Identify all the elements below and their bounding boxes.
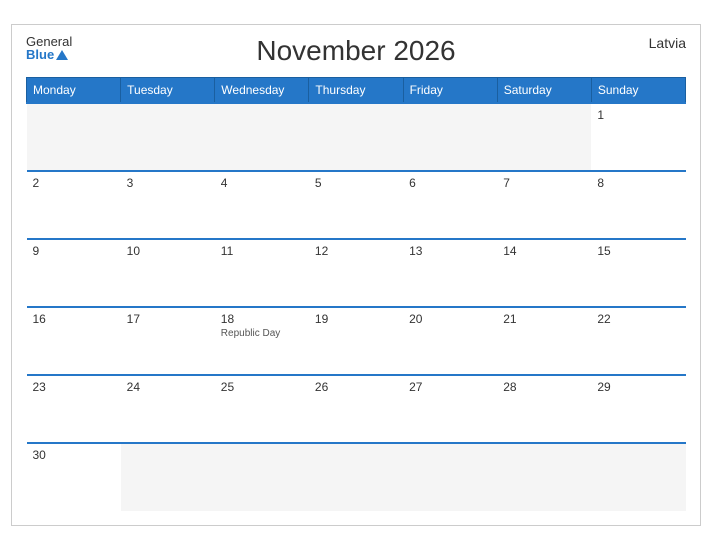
day-number: 19 [315, 312, 397, 326]
calendar-week-row: 16 17 18 Republic Day 19 20 21 22 [27, 307, 686, 375]
calendar-day-cell: 1 [591, 103, 685, 171]
calendar-day-cell: 22 [591, 307, 685, 375]
calendar-day-cell: 5 [309, 171, 403, 239]
calendar-day-cell: 18 Republic Day [215, 307, 309, 375]
day-number: 23 [33, 380, 115, 394]
day-number: 8 [597, 176, 679, 190]
calendar-day-cell: 23 [27, 375, 121, 443]
calendar-title: November 2026 [256, 35, 455, 67]
day-number: 26 [315, 380, 397, 394]
calendar-day-cell: 16 [27, 307, 121, 375]
day-number: 10 [127, 244, 209, 258]
calendar-day-cell: 25 [215, 375, 309, 443]
calendar-day-cell [497, 103, 591, 171]
weekday-header-row: MondayTuesdayWednesdayThursdayFridaySatu… [27, 78, 686, 104]
calendar-day-cell: 17 [121, 307, 215, 375]
calendar-day-cell: 20 [403, 307, 497, 375]
event-label: Republic Day [221, 328, 303, 339]
calendar-day-cell [403, 103, 497, 171]
calendar-day-cell: 26 [309, 375, 403, 443]
calendar-day-cell: 3 [121, 171, 215, 239]
weekday-header-wednesday: Wednesday [215, 78, 309, 104]
calendar-day-cell [497, 443, 591, 511]
calendar-week-row: 1 [27, 103, 686, 171]
day-number: 16 [33, 312, 115, 326]
day-number: 7 [503, 176, 585, 190]
day-number: 14 [503, 244, 585, 258]
calendar-week-row: 2345678 [27, 171, 686, 239]
day-number: 9 [33, 244, 115, 258]
calendar-day-cell: 12 [309, 239, 403, 307]
calendar-day-cell [215, 443, 309, 511]
calendar-day-cell: 4 [215, 171, 309, 239]
calendar-day-cell: 9 [27, 239, 121, 307]
calendar-day-cell [309, 103, 403, 171]
calendar-day-cell: 19 [309, 307, 403, 375]
day-number: 28 [503, 380, 585, 394]
calendar-week-row: 23 24 25 26 27 28 29 [27, 375, 686, 443]
calendar-header: General Blue November 2026 Latvia [26, 35, 686, 67]
day-number: 2 [33, 176, 115, 190]
calendar-day-cell: 27 [403, 375, 497, 443]
calendar-day-cell [121, 103, 215, 171]
calendar-day-cell [591, 443, 685, 511]
calendar-day-cell: 29 [591, 375, 685, 443]
calendar-day-cell: 21 [497, 307, 591, 375]
day-number: 6 [409, 176, 491, 190]
country-label: Latvia [649, 35, 686, 51]
calendar-day-cell [309, 443, 403, 511]
day-number: 24 [127, 380, 209, 394]
day-number: 18 [221, 312, 303, 326]
calendar-day-cell: 11 [215, 239, 309, 307]
calendar-day-cell: 14 [497, 239, 591, 307]
day-number: 11 [221, 244, 303, 258]
calendar-day-cell: 10 [121, 239, 215, 307]
calendar-table: MondayTuesdayWednesdayThursdayFridaySatu… [26, 77, 686, 511]
day-number: 5 [315, 176, 397, 190]
day-number: 21 [503, 312, 585, 326]
logo-triangle-icon [56, 50, 68, 60]
weekday-header-saturday: Saturday [497, 78, 591, 104]
day-number: 3 [127, 176, 209, 190]
calendar-week-row: 9 10 11 12 13 14 15 [27, 239, 686, 307]
calendar-day-cell [215, 103, 309, 171]
day-number: 17 [127, 312, 209, 326]
calendar: General Blue November 2026 Latvia Monday… [11, 24, 701, 526]
calendar-day-cell [27, 103, 121, 171]
logo: General Blue [26, 35, 72, 61]
calendar-day-cell: 7 [497, 171, 591, 239]
day-number: 13 [409, 244, 491, 258]
calendar-day-cell [121, 443, 215, 511]
calendar-day-cell [403, 443, 497, 511]
calendar-day-cell: 30 [27, 443, 121, 511]
day-number: 30 [33, 448, 115, 462]
day-number: 27 [409, 380, 491, 394]
calendar-day-cell: 28 [497, 375, 591, 443]
day-number: 20 [409, 312, 491, 326]
logo-blue-text: Blue [26, 48, 54, 61]
calendar-day-cell: 8 [591, 171, 685, 239]
weekday-header-sunday: Sunday [591, 78, 685, 104]
day-number: 15 [597, 244, 679, 258]
weekday-header-monday: Monday [27, 78, 121, 104]
day-number: 29 [597, 380, 679, 394]
day-number: 25 [221, 380, 303, 394]
day-number: 22 [597, 312, 679, 326]
calendar-day-cell: 24 [121, 375, 215, 443]
calendar-day-cell: 2 [27, 171, 121, 239]
calendar-week-row: 30 [27, 443, 686, 511]
calendar-day-cell: 6 [403, 171, 497, 239]
weekday-header-thursday: Thursday [309, 78, 403, 104]
weekday-header-friday: Friday [403, 78, 497, 104]
weekday-header-tuesday: Tuesday [121, 78, 215, 104]
calendar-day-cell: 15 [591, 239, 685, 307]
day-number: 1 [597, 108, 679, 122]
calendar-day-cell: 13 [403, 239, 497, 307]
day-number: 12 [315, 244, 397, 258]
day-number: 4 [221, 176, 303, 190]
